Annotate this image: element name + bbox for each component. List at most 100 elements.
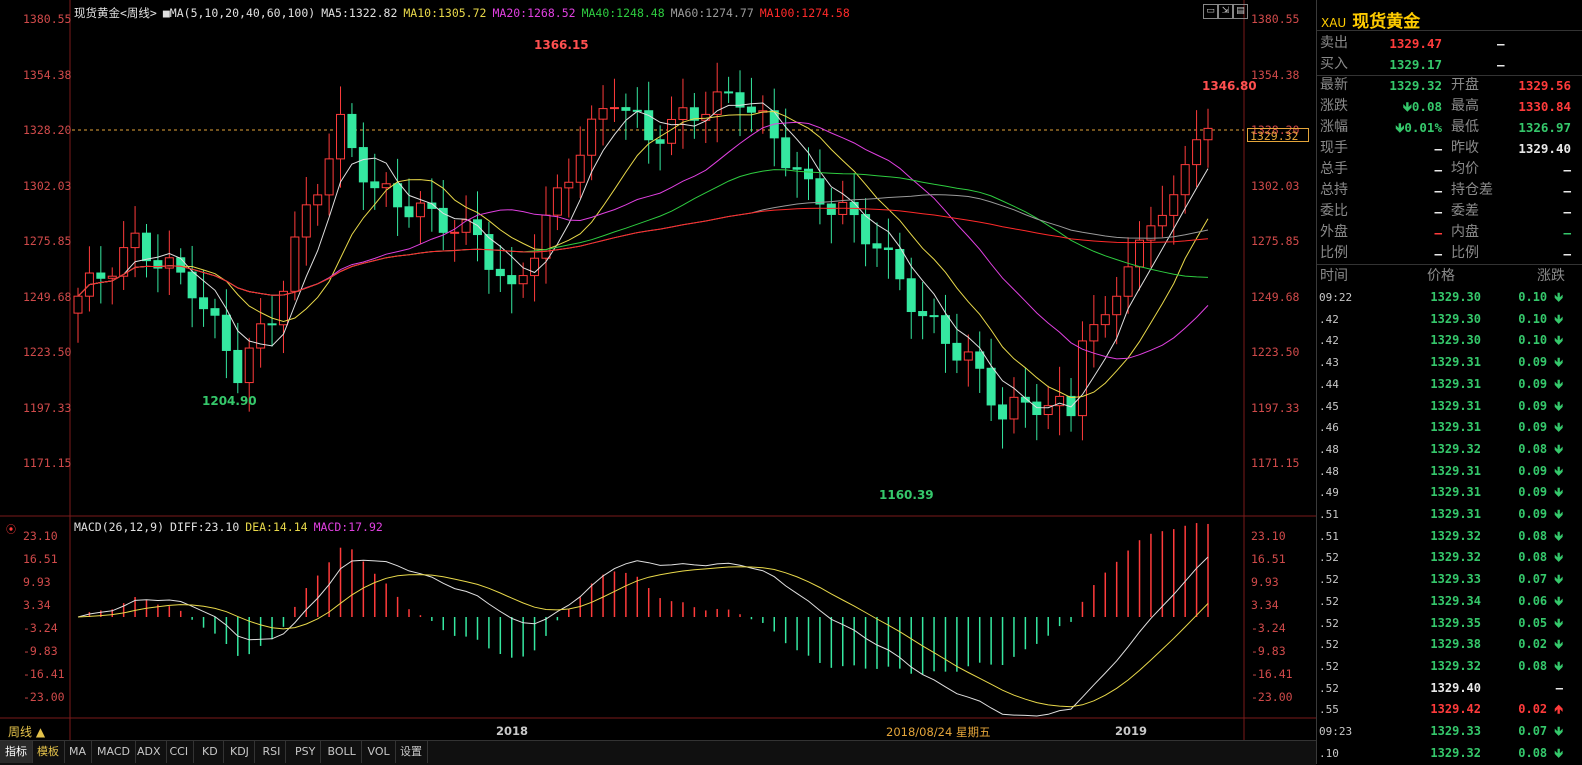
period-button[interactable]: 周线 ▲ xyxy=(8,723,45,740)
tick-price: 1329.31 xyxy=(1430,398,1481,413)
tot-avg-row: 总手 — 均价 — xyxy=(1320,161,1571,177)
tick-time: .52 xyxy=(1319,681,1339,695)
tick-change: — xyxy=(1555,680,1563,695)
time-label-crosshair: 2018/08/24 星期五 xyxy=(886,725,991,739)
candle-body xyxy=(130,232,140,249)
tick-time: .44 xyxy=(1319,377,1339,391)
candle-body xyxy=(176,257,186,273)
tick-change: 0.09 🡻 xyxy=(1518,355,1563,370)
tick-price: 1329.31 xyxy=(1430,376,1481,391)
axis-tick-label: 1354.38 xyxy=(1251,67,1300,82)
candle-body xyxy=(324,158,334,196)
buy-row: 买入 1329.17— xyxy=(1320,56,1505,72)
tick-price: 1329.30 xyxy=(1430,333,1481,348)
cur-prev-row: 现手 — 昨收 1329.40 xyxy=(1320,140,1571,156)
tick-row: 09:22 1329.30 0.10 🡻 xyxy=(1317,287,1582,309)
tick-row: .42 1329.30 0.10 🡻 xyxy=(1317,309,1582,331)
kline-chart-area[interactable]: 现货黄金<周线> ■MA(5,10,20,40,60,100) MA5:1322.8… xyxy=(0,0,1316,740)
indicator-tab[interactable]: KD xyxy=(197,741,224,763)
indicator-tab[interactable]: MACD xyxy=(92,741,136,763)
kline-chart-svg[interactable] xyxy=(0,0,1316,740)
axis-tick-label: 1197.33 xyxy=(1251,400,1300,415)
candle-body xyxy=(518,275,528,285)
indicator-tab[interactable]: MA xyxy=(64,741,93,763)
tick-price: 1329.31 xyxy=(1430,355,1481,370)
tick-price: 1329.40 xyxy=(1430,680,1481,695)
candle-body xyxy=(804,168,814,180)
tick-change: 0.09 🡻 xyxy=(1518,485,1563,500)
tick-change: 0.07 🡻 xyxy=(1518,572,1563,587)
tick-time: .51 xyxy=(1319,508,1339,521)
axis-tick-label: -9.83 xyxy=(23,644,58,658)
tick-change: 0.10 🡻 xyxy=(1518,311,1563,326)
tick-change: 0.02 🡻 xyxy=(1518,637,1563,652)
tick-row: .51 1329.32 0.08 🡻 xyxy=(1317,526,1582,548)
tick-price: 1329.31 xyxy=(1430,463,1481,478)
indicator-tab[interactable]: ADX xyxy=(132,741,167,763)
macd-dea: DEA:14.14 xyxy=(245,520,308,534)
indicator-tab[interactable]: 指标 xyxy=(0,741,33,763)
tick-row: .52 1329.35 0.05 🡻 xyxy=(1317,613,1582,635)
candle-body xyxy=(495,268,505,277)
axis-tick-label: 1302.03 xyxy=(23,178,72,193)
tick-time: .46 xyxy=(1319,421,1339,435)
candle-body xyxy=(347,113,357,149)
ma100-line xyxy=(77,207,1209,297)
indicator-tab[interactable]: CCI xyxy=(165,741,195,763)
ma40-value: MA40:1248.48 xyxy=(581,6,665,20)
candle-body xyxy=(107,275,117,279)
candle-body xyxy=(415,202,425,218)
candle-body xyxy=(199,297,209,310)
tick-time: .48 xyxy=(1319,464,1339,478)
axis-tick-label: -16.41 xyxy=(1251,667,1293,681)
axis-tick-label: 9.93 xyxy=(1251,575,1279,589)
candle-body xyxy=(564,181,574,189)
axis-tick-label: 9.93 xyxy=(23,575,51,589)
tick-change: 0.09 🡻 xyxy=(1518,376,1563,391)
candle-body xyxy=(918,311,928,317)
candle-body xyxy=(96,272,106,279)
axis-tick-label: 1328.20 xyxy=(23,123,72,137)
diff-line xyxy=(77,556,1209,717)
tick-time: .43 xyxy=(1319,356,1339,370)
pct-low-row: 涨幅 🡻0.01% 最低 1326.97 xyxy=(1320,119,1571,135)
indicator-tab[interactable]: BOLL xyxy=(323,741,362,763)
candle-body xyxy=(290,236,300,292)
macd-settings-icon[interactable]: ⦿ xyxy=(6,521,16,536)
expand-icon[interactable]: ⇲ xyxy=(1218,4,1233,19)
quote-title: XAU 现货黄金 xyxy=(1321,7,1420,32)
menu-icon[interactable]: ▤ xyxy=(1233,4,1248,19)
indicator-tab[interactable]: KDJ xyxy=(225,741,255,763)
candle-body xyxy=(336,113,346,160)
candle-body xyxy=(221,314,231,351)
tick-price: 1329.31 xyxy=(1430,420,1481,435)
indicator-tab[interactable]: 模板 xyxy=(32,741,65,763)
tick-price: 1329.31 xyxy=(1430,507,1481,521)
tick-time: .55 xyxy=(1319,703,1339,717)
quote-symbol: XAU xyxy=(1321,16,1347,30)
axis-tick-label: 1302.03 xyxy=(1251,178,1300,193)
ratio-row: 委比 — 委差 — xyxy=(1320,203,1571,219)
indicator-tab[interactable]: 设置 xyxy=(395,741,428,763)
candle-body xyxy=(963,351,973,361)
candle-body xyxy=(998,404,1008,420)
ma20-line xyxy=(77,121,1209,360)
candle-body xyxy=(1100,314,1110,326)
axis-tick-label: -9.83 xyxy=(1251,644,1286,658)
indicator-tab[interactable]: PSY xyxy=(290,741,322,763)
indicator-tab[interactable]: VOL xyxy=(363,741,396,763)
candle-body xyxy=(906,278,916,313)
tick-price: 1329.32 xyxy=(1430,745,1481,760)
restore-icon[interactable]: ▭ xyxy=(1203,4,1218,19)
tick-time: .52 xyxy=(1319,551,1339,565)
tick-row: .48 1329.32 0.08 🡻 xyxy=(1317,439,1582,461)
candle-body xyxy=(792,167,802,170)
axis-tick-label: 3.34 xyxy=(23,598,51,612)
tick-row: 09:23 1329.33 0.07 🡻 xyxy=(1317,721,1582,743)
candle-body xyxy=(1135,239,1145,268)
candle-body xyxy=(1203,127,1213,141)
candle-body xyxy=(872,243,882,249)
candle-body xyxy=(883,247,893,251)
indicator-tab[interactable]: RSI xyxy=(258,741,287,763)
hold-row: 总持 — 持仓差 — xyxy=(1320,182,1571,198)
